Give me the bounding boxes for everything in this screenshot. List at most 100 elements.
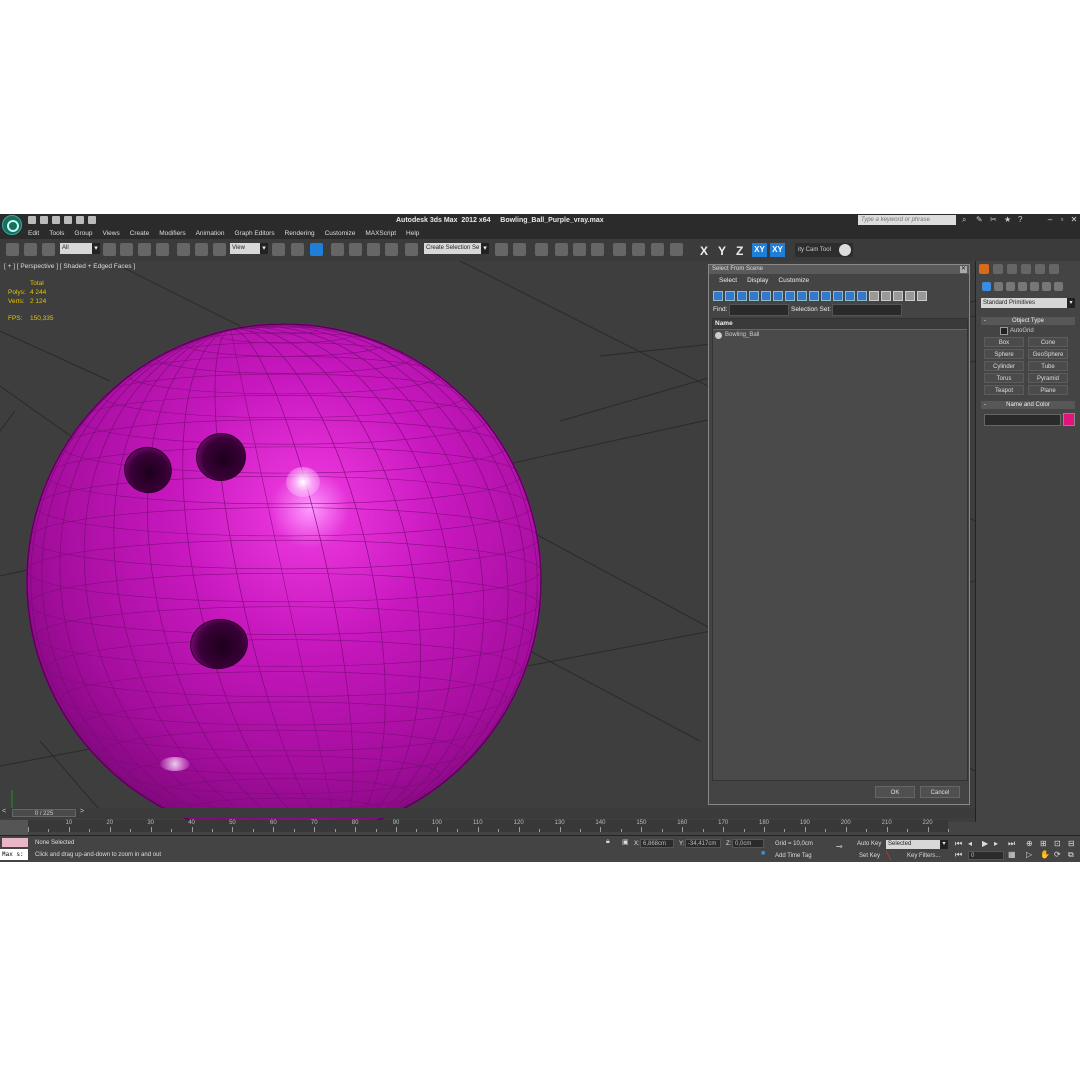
new-file-icon[interactable]	[28, 216, 36, 224]
selection-set-dropdown[interactable]	[832, 304, 902, 316]
shapes-category-icon[interactable]	[994, 282, 1003, 291]
absolute-mode-icon[interactable]: ▣	[622, 838, 629, 846]
keyboard-shortcut-override-icon[interactable]	[310, 243, 323, 256]
time-tag-icon[interactable]: ■	[761, 850, 765, 857]
zoom-extents-all-icon[interactable]: ⊟	[1068, 839, 1075, 848]
project-folder-icon[interactable]	[88, 216, 96, 224]
layer-manager-icon[interactable]	[535, 243, 548, 256]
maximize-icon[interactable]: ▫	[1058, 215, 1066, 225]
primitive-category-dropdown[interactable]: Standard Primitives	[981, 298, 1075, 308]
named-selection-set-dropdown[interactable]: Create Selection Se	[424, 243, 489, 254]
constrain-z-button[interactable]: Z	[736, 244, 743, 258]
menu-create[interactable]: Create	[130, 228, 150, 239]
goto-start-icon[interactable]: ⏮	[955, 839, 962, 849]
find-input[interactable]	[729, 304, 789, 316]
time-configuration-icon[interactable]: ▦	[1008, 850, 1016, 859]
snaps-toggle-icon[interactable]	[331, 243, 344, 256]
cancel-button[interactable]: Cancel	[920, 786, 960, 798]
mini-curve-editor-toggle[interactable]	[0, 820, 28, 836]
maxscript-mini-listener[interactable]: Max s:	[0, 849, 28, 860]
orbit-icon[interactable]: ⟳	[1054, 850, 1061, 859]
pyramid-button[interactable]: Pyramid	[1028, 373, 1068, 383]
menu-tools[interactable]: Tools	[49, 228, 64, 239]
display-space-warps-icon[interactable]	[773, 291, 783, 301]
angle-snap-icon[interactable]	[349, 243, 362, 256]
display-all-icon[interactable]	[857, 291, 867, 301]
list-item[interactable]: Bowling_Ball	[713, 330, 967, 340]
create-tab-icon[interactable]	[979, 264, 989, 274]
constrain-xy-button[interactable]: XY	[752, 243, 767, 257]
display-xrefs-icon[interactable]	[797, 291, 807, 301]
selection-lock-icon[interactable]: 🔒︎	[606, 838, 610, 846]
menu-group[interactable]: Group	[74, 228, 92, 239]
goto-end-icon[interactable]: ⏭	[1008, 839, 1015, 849]
pan-view-icon[interactable]: ✋	[1040, 850, 1050, 859]
cameras-category-icon[interactable]	[1018, 282, 1027, 291]
reference-coordinate-dropdown[interactable]: View	[230, 243, 268, 254]
scene-object-list[interactable]: Name Bowling_Ball	[712, 318, 968, 781]
search-input[interactable]: Type a keyword or phrase	[858, 215, 956, 225]
plane-button[interactable]: Plane	[1028, 385, 1068, 395]
time-slider[interactable]: < 0 / 225 >	[0, 808, 975, 818]
menu-views[interactable]: Views	[102, 228, 119, 239]
space-warps-category-icon[interactable]	[1042, 282, 1051, 291]
display-groups-icon[interactable]	[785, 291, 795, 301]
object-name-input[interactable]	[984, 414, 1061, 426]
object-color-swatch[interactable]	[1063, 413, 1075, 426]
save-file-icon[interactable]	[52, 216, 60, 224]
mirror-icon[interactable]	[495, 243, 508, 256]
utilities-tab-icon[interactable]	[1049, 264, 1059, 274]
play-icon[interactable]: ▶	[982, 839, 988, 848]
unlink-icon[interactable]	[24, 243, 37, 256]
next-frame-icon[interactable]: ▸	[994, 839, 998, 848]
viewport-label[interactable]: [ + ] [ Perspective ] [ Shaded + Edged F…	[4, 263, 135, 270]
rectangular-selection-icon[interactable]	[138, 243, 151, 256]
camera-tool-button[interactable]: ity Cam Tool	[795, 243, 853, 257]
display-geometry-icon[interactable]	[713, 291, 723, 301]
scale-icon[interactable]	[213, 243, 226, 256]
time-slider-prev-icon[interactable]: <	[2, 808, 6, 815]
ok-button[interactable]: OK	[875, 786, 915, 798]
display-bones-icon[interactable]	[809, 291, 819, 301]
previous-frame-icon[interactable]: ◂	[968, 839, 972, 848]
key-mode-toggle-icon[interactable]: ⏮	[955, 850, 962, 860]
name-and-color-rollout[interactable]: Name and Color	[981, 401, 1075, 409]
open-file-icon[interactable]	[40, 216, 48, 224]
modify-tab-icon[interactable]	[993, 264, 1003, 274]
bind-to-space-warp-icon[interactable]	[42, 243, 55, 256]
helpers-category-icon[interactable]	[1030, 282, 1039, 291]
zoom-icon[interactable]: ⊕	[1026, 839, 1033, 848]
display-tab-icon[interactable]	[1035, 264, 1045, 274]
cone-button[interactable]: Cone	[1028, 337, 1068, 347]
column-header-name[interactable]: Name	[713, 319, 967, 330]
object-type-rollout[interactable]: Object Type	[981, 317, 1075, 325]
zoom-all-icon[interactable]: ⊞	[1040, 839, 1047, 848]
application-logo-icon[interactable]	[2, 215, 22, 235]
help-icon[interactable]: ?	[1018, 216, 1026, 224]
key-filters-button[interactable]: Key Filters...	[907, 853, 940, 859]
undo-icon[interactable]	[64, 216, 72, 224]
maxscript-listener-pane[interactable]	[2, 838, 28, 847]
percent-snap-icon[interactable]	[367, 243, 380, 256]
x-coordinate-field[interactable]: 6,868cm	[640, 839, 674, 848]
edit-named-selection-icon[interactable]	[405, 243, 418, 256]
move-icon[interactable]	[177, 243, 190, 256]
dialog-menu-customize[interactable]: Customize	[778, 277, 809, 284]
search-icon[interactable]: ⌕	[962, 216, 970, 224]
close-icon[interactable]: ✕	[1070, 215, 1078, 225]
set-key-button[interactable]: Set Key	[859, 853, 880, 859]
menu-animation[interactable]: Animation	[196, 228, 225, 239]
display-cameras-icon[interactable]	[749, 291, 759, 301]
torus-button[interactable]: Torus	[984, 373, 1024, 383]
display-frozen-icon[interactable]	[833, 291, 843, 301]
display-helpers-icon[interactable]	[761, 291, 771, 301]
lights-category-icon[interactable]	[1006, 282, 1015, 291]
set-key-icon[interactable]: ⊸	[836, 842, 843, 851]
geometry-category-icon[interactable]	[982, 282, 991, 291]
hierarchy-tab-icon[interactable]	[1007, 264, 1017, 274]
time-slider-thumb[interactable]: 0 / 225	[12, 809, 76, 817]
communication-center-icon[interactable]: ✂	[990, 216, 998, 224]
add-time-tag-button[interactable]: Add Time Tag	[775, 853, 812, 859]
auto-key-button[interactable]: Auto Key	[857, 841, 881, 847]
field-of-view-icon[interactable]: ▷	[1026, 850, 1032, 859]
